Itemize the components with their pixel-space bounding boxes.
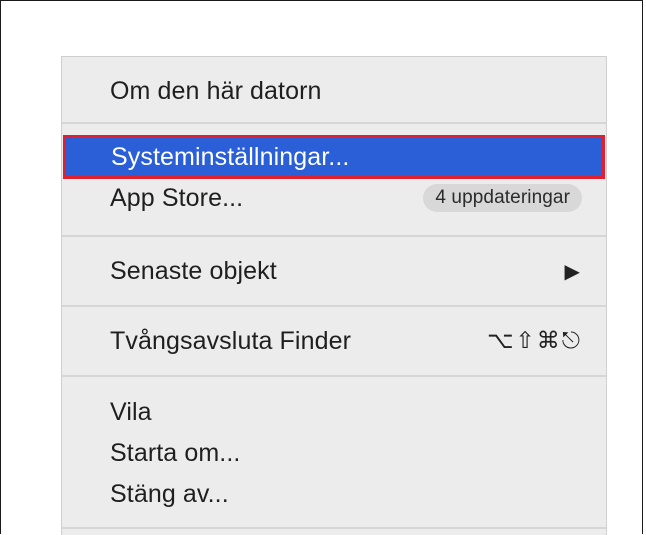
menu-item-label: Tvångsavsluta Finder — [110, 326, 352, 355]
apple-menu: Om den här datorn Systeminställningar...… — [61, 56, 607, 535]
menu-separator — [62, 122, 606, 124]
menu-separator — [62, 305, 606, 307]
menu-separator — [62, 235, 606, 237]
menu-item-restart[interactable]: Starta om... — [62, 433, 606, 473]
menu-item-label: Vila — [110, 397, 152, 426]
menu-item-about-this-mac[interactable]: Om den här datorn — [62, 71, 606, 111]
menu-item-label: Senaste objekt — [110, 256, 277, 285]
menu-item-label: Om den här datorn — [110, 76, 322, 105]
menu-separator — [62, 375, 606, 377]
menu-separator — [62, 527, 606, 529]
screenshot-frame: Om den här datorn Systeminställningar...… — [0, 0, 643, 535]
menu-item-recent-items[interactable]: Senaste objekt ▶ — [62, 251, 606, 291]
menu-item-label: Systeminställningar... — [111, 142, 350, 171]
menu-item-label: Stäng av... — [110, 479, 229, 508]
menu-item-force-quit-finder[interactable]: Tvångsavsluta Finder ⌥⇧⌘⎋ — [62, 321, 606, 361]
menu-item-shut-down[interactable]: Stäng av... — [62, 474, 606, 514]
chevron-right-icon: ▶ — [564, 260, 580, 283]
updates-badge: 4 uppdateringar — [423, 184, 582, 212]
menu-item-sleep[interactable]: Vila — [62, 392, 606, 432]
keyboard-shortcut-icon: ⌥⇧⌘⎋ — [487, 328, 582, 354]
menu-item-system-preferences[interactable]: Systeminställningar... — [63, 135, 605, 179]
menu-item-app-store[interactable]: App Store... 4 uppdateringar — [62, 178, 606, 218]
menu-item-label: App Store... — [110, 183, 244, 212]
menu-item-label: Starta om... — [110, 438, 241, 467]
